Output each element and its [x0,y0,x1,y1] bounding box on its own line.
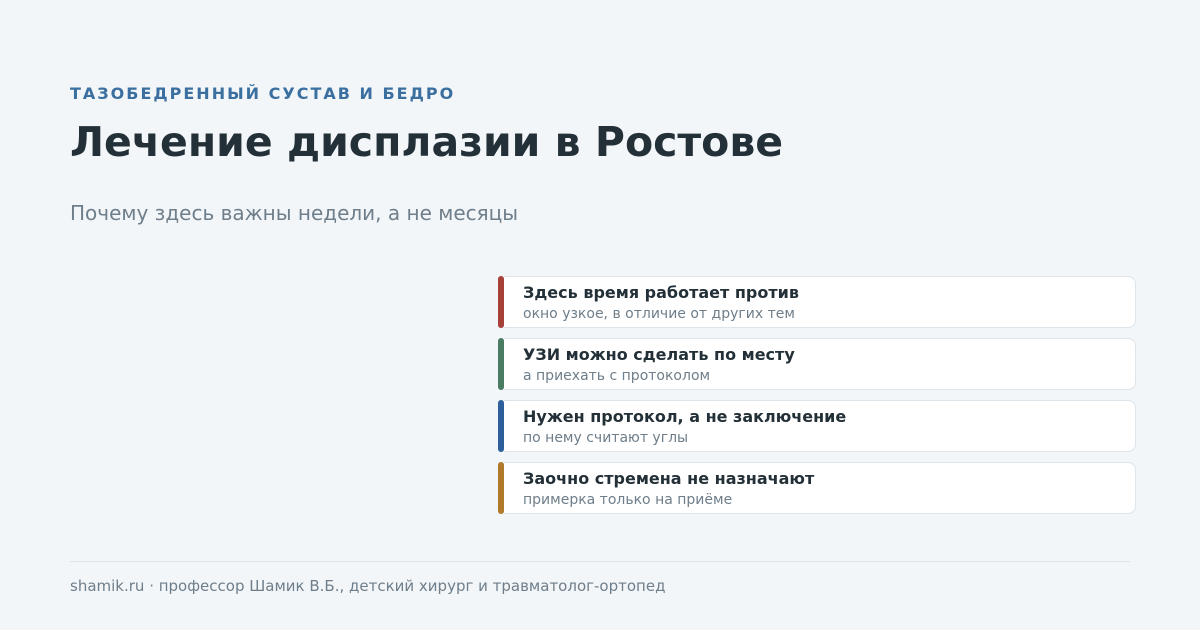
card-text: примерка только на приёме [523,492,733,508]
footer-credit: shamik.ru · профессор Шамик В.Б., детски… [70,577,666,595]
card-text: по нему считают углы [523,430,689,446]
key-point-card: Заочно стремена не назначают примерка то… [498,462,1136,514]
page-subtitle: Почему здесь важны недели, а не месяцы [70,201,519,225]
card-accent-bar [498,400,504,452]
card-text: а приехать с протоколом [523,368,711,384]
card-heading: Здесь время работает против [523,283,799,302]
page-title: Лечение дисплазии в Ростове [70,118,784,166]
card-heading: Заочно стремена не назначают [523,469,815,488]
card-accent-bar [498,276,504,328]
footer-divider [70,561,1130,562]
card-accent-bar [498,462,504,514]
key-point-card: УЗИ можно сделать по месту а приехать с … [498,338,1136,390]
card-heading: Нужен протокол, а не заключение [523,407,847,426]
section-kicker: ТАЗОБЕДРЕННЫЙ СУСТАВ И БЕДРО [70,84,456,103]
key-points-list: Здесь время работает против окно узкое, … [498,276,1136,524]
key-point-card: Нужен протокол, а не заключение по нему … [498,400,1136,452]
card-heading: УЗИ можно сделать по месту [523,345,795,364]
card-accent-bar [498,338,504,390]
card-text: окно узкое, в отличие от других тем [523,306,795,322]
key-point-card: Здесь время работает против окно узкое, … [498,276,1136,328]
